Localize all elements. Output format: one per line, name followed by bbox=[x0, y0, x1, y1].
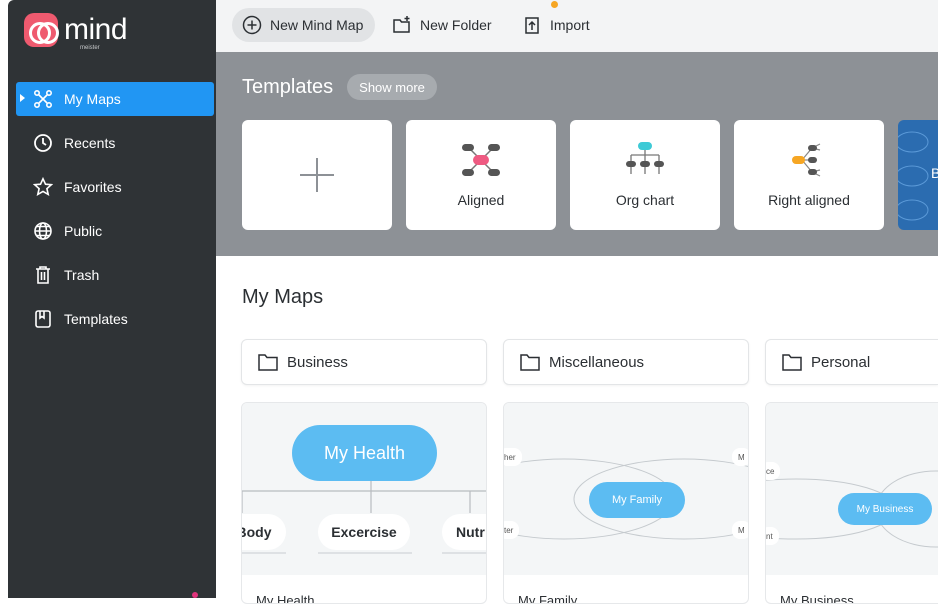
template-card-blank[interactable] bbox=[242, 120, 392, 230]
template-label: Right aligned bbox=[768, 192, 850, 208]
top-toolbar: New Mind Map New Folder Import bbox=[216, 0, 938, 52]
folder-icon bbox=[520, 354, 540, 371]
new-mind-map-label: New Mind Map bbox=[270, 17, 364, 33]
templates-title: Templates bbox=[242, 75, 334, 98]
sidebar-item-label: Templates bbox=[64, 311, 128, 327]
globe-icon bbox=[32, 220, 54, 242]
sidebar-item-trash[interactable]: Trash bbox=[16, 258, 214, 292]
map-child-node: M bbox=[732, 521, 748, 539]
template-card-org-chart[interactable]: Org chart bbox=[570, 120, 720, 230]
folder-business[interactable]: Business bbox=[241, 339, 487, 385]
mindmap-icon bbox=[32, 88, 54, 110]
sidebar-item-label: Recents bbox=[64, 135, 116, 151]
my-maps-title: My Maps bbox=[242, 286, 324, 308]
trash-icon bbox=[32, 264, 54, 286]
map-child-node: Excercise bbox=[318, 514, 410, 550]
template-card-aligned[interactable]: Aligned bbox=[406, 120, 556, 230]
template-icon bbox=[32, 308, 54, 330]
app-logo[interactable]: mind meister bbox=[24, 12, 128, 51]
sidebar-item-label: Favorites bbox=[64, 179, 122, 195]
org-chart-template-icon bbox=[626, 142, 664, 174]
new-folder-button[interactable]: New Folder bbox=[382, 8, 504, 42]
expand-caret-icon[interactable] bbox=[20, 94, 25, 102]
new-mind-map-button[interactable]: New Mind Map bbox=[232, 8, 376, 42]
template-card-right-aligned[interactable]: Right aligned bbox=[734, 120, 884, 230]
logo-text: mind bbox=[64, 13, 128, 46]
new-folder-label: New Folder bbox=[420, 17, 492, 33]
map-connectors bbox=[766, 470, 938, 548]
folder-plus-icon bbox=[393, 16, 410, 33]
show-more-button[interactable]: Show more bbox=[347, 74, 437, 100]
aligned-template-icon bbox=[462, 144, 500, 176]
clock-icon bbox=[32, 132, 54, 154]
map-child-node: M bbox=[732, 448, 748, 466]
map-root-node: My Family bbox=[589, 482, 685, 518]
folder-personal[interactable]: Personal bbox=[765, 339, 938, 385]
star-icon bbox=[32, 176, 54, 198]
sidebar-item-public[interactable]: Public bbox=[16, 214, 214, 248]
plus-icon bbox=[300, 158, 334, 192]
sidebar-item-favorites[interactable]: Favorites bbox=[16, 170, 214, 204]
notification-dot bbox=[192, 592, 198, 598]
sidebar-item-label: Public bbox=[64, 223, 103, 239]
sidebar-item-templates[interactable]: Templates bbox=[16, 302, 214, 336]
map-root-node: My Business bbox=[838, 493, 932, 525]
map-child-node: Body bbox=[242, 514, 286, 550]
sidebar-item-my-maps[interactable]: My Maps bbox=[16, 82, 214, 116]
sidebar-nav: My Maps Recents Favorites Public Trash T… bbox=[16, 82, 214, 346]
sidebar-item-label: My Maps bbox=[64, 91, 121, 107]
template-label: Aligned bbox=[457, 192, 505, 208]
sidebar-item-recents[interactable]: Recents bbox=[16, 126, 214, 160]
map-card-my-family[interactable]: her ter M M My Family My Family bbox=[503, 402, 749, 604]
template-label: B bbox=[931, 165, 938, 181]
right-aligned-template-icon bbox=[792, 143, 821, 177]
folder-icon bbox=[782, 354, 802, 371]
folder-label: Personal bbox=[811, 353, 871, 371]
map-child-node: nt bbox=[766, 527, 779, 545]
import-button[interactable]: Import bbox=[512, 8, 602, 42]
map-root-node: My Health bbox=[292, 425, 437, 481]
upload-icon bbox=[525, 17, 539, 34]
map-child-node: her bbox=[504, 448, 522, 466]
sidebar-item-label: Trash bbox=[64, 267, 100, 283]
mindmeister-logo-icon bbox=[24, 13, 59, 47]
map-card-my-health[interactable]: My Health Body Excercise Nutr My Health bbox=[241, 402, 487, 604]
map-preview: her ter M M My Family bbox=[504, 403, 748, 575]
import-label: Import bbox=[550, 17, 590, 33]
map-preview: My Health Body Excercise Nutr bbox=[242, 403, 486, 575]
import-notification-dot bbox=[551, 1, 558, 8]
map-title: My Family bbox=[518, 593, 578, 604]
folder-miscellaneous[interactable]: Miscellaneous bbox=[503, 339, 749, 385]
folder-icon bbox=[258, 354, 278, 371]
map-title: My Health bbox=[256, 593, 315, 604]
template-card-partial[interactable]: B bbox=[898, 120, 938, 230]
template-label: Org chart bbox=[615, 192, 675, 208]
folder-label: Business bbox=[287, 353, 348, 371]
map-card-my-business[interactable]: ce nt My Business My Business bbox=[765, 402, 938, 604]
map-title: My Business bbox=[780, 593, 854, 604]
logo-subtext: meister bbox=[80, 45, 100, 51]
plus-circle-icon bbox=[242, 15, 262, 35]
map-child-node: Nutr bbox=[442, 514, 486, 550]
sidebar: mind meister My Maps Recents Favorites P… bbox=[8, 0, 216, 598]
templates-section: Templates Show more Aligned Org chart Ri… bbox=[216, 52, 938, 256]
folder-label: Miscellaneous bbox=[549, 353, 645, 371]
map-preview: ce nt My Business bbox=[766, 403, 938, 575]
